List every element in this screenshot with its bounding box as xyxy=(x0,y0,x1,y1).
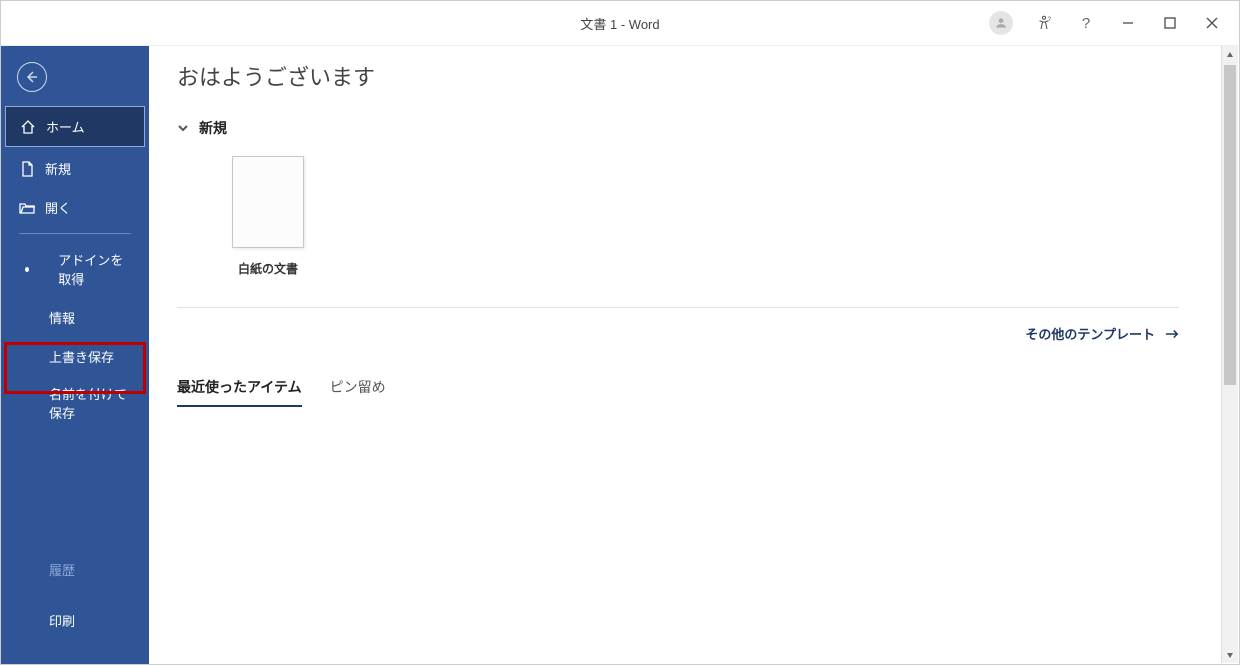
sidebar-separator xyxy=(19,233,131,234)
template-label: 白紙の文書 xyxy=(238,260,298,277)
back-button[interactable] xyxy=(17,62,47,92)
sidebar-item-label: 名前を付けて保存 xyxy=(49,384,135,422)
sidebar-item-open[interactable]: 開く xyxy=(1,188,149,227)
more-templates-label: その他のテンプレート xyxy=(1025,324,1155,343)
recent-tabs: 最近使ったアイテム ピン留め xyxy=(177,377,1179,407)
svg-text:?: ? xyxy=(1048,17,1052,23)
window-controls: ? ? xyxy=(979,1,1233,45)
minimize-button[interactable] xyxy=(1107,2,1149,44)
scroll-up-icon[interactable] xyxy=(1222,46,1238,63)
sidebar-item-home[interactable]: ホーム xyxy=(5,106,145,147)
sidebar-item-save[interactable]: 上書き保存 xyxy=(1,337,149,376)
window-title: 文書 1 - Word xyxy=(580,14,659,33)
template-thumbnail xyxy=(232,156,304,248)
sidebar-item-label: アドインを取得 xyxy=(58,250,135,288)
chevron-down-icon xyxy=(177,122,189,134)
account-icon[interactable] xyxy=(989,11,1013,35)
template-blank-document[interactable]: 白紙の文書 xyxy=(223,156,313,277)
tab-recent[interactable]: 最近使ったアイテム xyxy=(177,377,302,407)
sidebar-item-label: 開く xyxy=(45,198,71,217)
accessibility-icon[interactable]: ? xyxy=(1023,2,1065,44)
home-icon xyxy=(20,119,36,135)
help-button[interactable]: ? xyxy=(1065,2,1107,44)
maximize-button[interactable] xyxy=(1149,2,1191,44)
title-bar: 文書 1 - Word ? ? xyxy=(1,1,1239,46)
arrow-right-icon xyxy=(1165,329,1179,339)
sidebar-item-save-as[interactable]: 名前を付けて保存 xyxy=(1,376,149,430)
new-section-header[interactable]: 新規 xyxy=(177,118,1179,138)
greeting-text: おはようございます xyxy=(177,60,1179,92)
sidebar-item-label: 情報 xyxy=(49,308,75,327)
sidebar-item-new[interactable]: 新規 xyxy=(1,149,149,188)
document-icon xyxy=(19,161,35,177)
tab-pinned[interactable]: ピン留め xyxy=(330,377,386,407)
section-title: 新規 xyxy=(199,118,227,138)
divider xyxy=(177,307,1179,308)
folder-open-icon xyxy=(19,200,35,216)
sidebar-item-history: 履歴 xyxy=(1,550,149,589)
close-button[interactable] xyxy=(1191,2,1233,44)
scroll-down-icon[interactable] xyxy=(1222,646,1238,663)
backstage-sidebar: ホーム 新規 開く アドインを取得 情報 上書き保存 名前を付けて保存 履歴 xyxy=(1,46,149,664)
more-templates-link[interactable]: その他のテンプレート xyxy=(177,324,1179,343)
sidebar-item-print[interactable]: 印刷 xyxy=(1,601,149,640)
sidebar-item-label: 履歴 xyxy=(49,560,75,579)
vertical-scrollbar[interactable] xyxy=(1221,46,1238,663)
sidebar-item-label: 新規 xyxy=(45,159,71,178)
backstage-content: おはようございます 新規 白紙の文書 その他のテンプレート 最近使ったアイテム … xyxy=(149,46,1239,664)
sidebar-item-label: 印刷 xyxy=(49,611,75,630)
sidebar-item-label: ホーム xyxy=(46,117,85,136)
sidebar-item-others[interactable]: その他... xyxy=(1,652,149,665)
sidebar-item-get-addins[interactable]: アドインを取得 xyxy=(1,240,149,298)
scrollbar-thumb[interactable] xyxy=(1224,65,1236,385)
sidebar-item-label: 上書き保存 xyxy=(49,347,114,366)
sidebar-item-info[interactable]: 情報 xyxy=(1,298,149,337)
